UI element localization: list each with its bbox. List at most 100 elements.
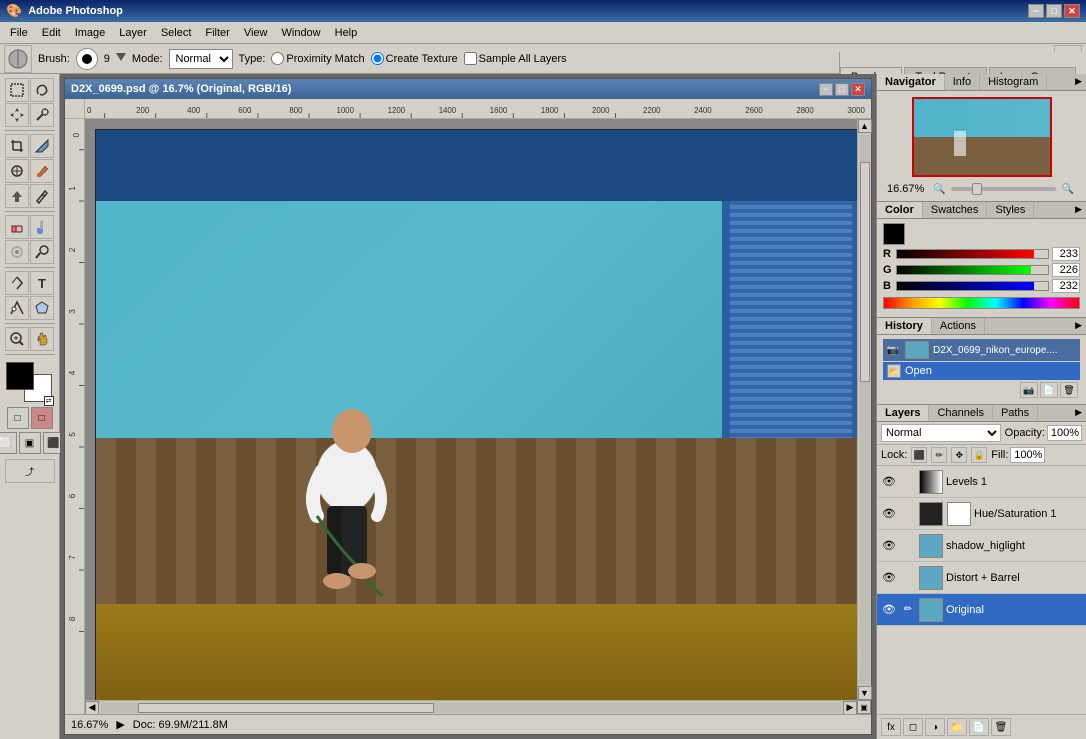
tab-channels[interactable]: Channels	[929, 405, 992, 421]
history-brush-tool[interactable]	[30, 184, 54, 208]
sample-all-layers-check[interactable]: Sample All Layers	[464, 52, 567, 65]
history-new-doc[interactable]: 📄	[1040, 382, 1058, 398]
create-texture-radio[interactable]: Create Texture	[371, 52, 458, 65]
paint-bucket-tool[interactable]	[30, 215, 54, 239]
fill-input[interactable]	[1010, 447, 1045, 463]
healing-brush-tool[interactable]	[5, 159, 29, 183]
layer-group-btn[interactable]: 📁	[947, 718, 967, 736]
mode-dropdown[interactable]: Normal Multiply Screen	[169, 49, 233, 69]
color-spectrum[interactable]	[883, 297, 1080, 309]
tab-color[interactable]: Color	[877, 202, 923, 218]
lock-transparent[interactable]: ⬛	[911, 447, 927, 463]
standard-mode[interactable]: □	[7, 407, 29, 429]
menu-image[interactable]: Image	[69, 25, 112, 41]
eraser-tool[interactable]	[5, 215, 29, 239]
lock-all[interactable]: 🔒	[971, 447, 987, 463]
scroll-v-up[interactable]: ▲	[858, 119, 872, 133]
magic-wand-tool[interactable]	[30, 103, 54, 127]
zoom-in-btn[interactable]: 🔍	[1060, 184, 1076, 195]
menu-view[interactable]: View	[238, 25, 274, 41]
b-input[interactable]: 232	[1052, 279, 1080, 293]
lasso-tool[interactable]	[30, 78, 54, 102]
tab-navigator[interactable]: Navigator	[877, 74, 945, 90]
foreground-color[interactable]	[6, 362, 34, 390]
close-btn[interactable]: ✕	[1064, 4, 1080, 18]
layers-collapse[interactable]: ▶	[1071, 405, 1086, 421]
scroll-v-down[interactable]: ▼	[858, 686, 872, 700]
menu-help[interactable]: Help	[329, 25, 364, 41]
blend-mode-select[interactable]: Normal Multiply Screen	[881, 424, 1001, 442]
proximity-match-input[interactable]	[271, 52, 284, 65]
minimize-btn[interactable]: −	[1028, 4, 1044, 18]
tab-layers[interactable]: Layers	[877, 405, 929, 421]
zoom-tool[interactable]	[5, 327, 29, 351]
layer-eye-levels[interactable]: 👁	[881, 474, 897, 490]
doc-maximize[interactable]: □	[835, 83, 849, 96]
layer-eye-shadow[interactable]: 👁	[881, 538, 897, 554]
brush-dropdown-arrow[interactable]	[116, 53, 126, 65]
blur-tool[interactable]	[5, 240, 29, 264]
zoom-slider-thumb[interactable]	[972, 183, 982, 195]
brush-tool[interactable]	[30, 159, 54, 183]
layer-eye-distort[interactable]: 👁	[881, 570, 897, 586]
navigator-collapse[interactable]: ▶	[1071, 74, 1086, 90]
menu-window[interactable]: Window	[276, 25, 327, 41]
dodge-tool[interactable]	[30, 240, 54, 264]
menu-filter[interactable]: Filter	[199, 25, 235, 41]
history-open-item[interactable]: 📂 Open	[883, 362, 1080, 380]
g-input[interactable]: 226	[1052, 263, 1080, 277]
tab-info[interactable]: Info	[945, 74, 980, 90]
layer-delete-btn[interactable]: 🗑	[991, 718, 1011, 736]
tab-paths[interactable]: Paths	[993, 405, 1038, 421]
proximity-match-radio[interactable]: Proximity Match	[271, 52, 364, 65]
layer-item-distort[interactable]: 👁 Distort + Barrel	[877, 562, 1086, 594]
layer-fx-btn[interactable]: fx	[881, 718, 901, 736]
scrollbar-horizontal[interactable]: ◀ ▶ ▣	[85, 700, 857, 714]
jump-to-btn[interactable]: ⤴	[5, 459, 55, 483]
layer-item-levels[interactable]: 👁 Levels 1	[877, 466, 1086, 498]
r-input[interactable]: 233	[1052, 247, 1080, 261]
hand-tool[interactable]	[30, 327, 54, 351]
layer-mask-btn[interactable]: ◻	[903, 718, 923, 736]
marquee-tool[interactable]	[5, 78, 29, 102]
scrollbar-h-track[interactable]	[101, 703, 841, 713]
menu-file[interactable]: File	[4, 25, 34, 41]
clone-stamp-tool[interactable]	[5, 184, 29, 208]
scrollbar-h-thumb[interactable]	[138, 703, 434, 713]
history-new-snap[interactable]: 📷	[1020, 382, 1038, 398]
path-selection-tool[interactable]	[5, 296, 29, 320]
layer-item-hue[interactable]: 👁 Hue/Saturation 1	[877, 498, 1086, 530]
full-screen-menu[interactable]: ▣	[19, 432, 41, 454]
opacity-input[interactable]	[1047, 425, 1082, 441]
scrollbar-vertical[interactable]: ▲ ▼	[857, 119, 871, 700]
text-tool[interactable]: T	[30, 271, 54, 295]
fg-swatch[interactable]	[883, 223, 905, 245]
slice-tool[interactable]	[30, 134, 54, 158]
tab-styles[interactable]: Styles	[987, 202, 1034, 218]
b-slider[interactable]	[896, 281, 1049, 291]
tab-histogram[interactable]: Histogram	[980, 74, 1047, 90]
layer-eye-original[interactable]: 👁	[881, 602, 897, 618]
scroll-h-left[interactable]: ◀	[85, 701, 99, 715]
scroll-h-right[interactable]: ▶	[843, 701, 857, 715]
sample-all-layers-input[interactable]	[464, 52, 477, 65]
lock-brush[interactable]: ✏	[931, 447, 947, 463]
scrollbar-v-thumb[interactable]	[860, 162, 870, 382]
r-slider[interactable]	[896, 249, 1049, 259]
g-slider[interactable]	[896, 265, 1049, 275]
lock-move[interactable]: ✥	[951, 447, 967, 463]
layer-item-shadow[interactable]: 👁 shadow_higlight	[877, 530, 1086, 562]
scrollbar-v-track[interactable]	[860, 135, 870, 684]
tab-history[interactable]: History	[877, 318, 932, 334]
layer-eye-hue[interactable]: 👁	[881, 506, 897, 522]
pen-tool[interactable]	[5, 271, 29, 295]
create-texture-input[interactable]	[371, 52, 384, 65]
zoom-out-btn[interactable]: 🔍	[931, 184, 947, 195]
menu-edit[interactable]: Edit	[36, 25, 67, 41]
swap-colors[interactable]: ⇄	[44, 396, 54, 406]
doc-close[interactable]: ✕	[851, 83, 865, 96]
layer-new-btn[interactable]: 📄	[969, 718, 989, 736]
tab-swatches[interactable]: Swatches	[923, 202, 988, 218]
history-delete[interactable]: 🗑	[1060, 382, 1078, 398]
custom-shape-tool[interactable]	[30, 296, 54, 320]
